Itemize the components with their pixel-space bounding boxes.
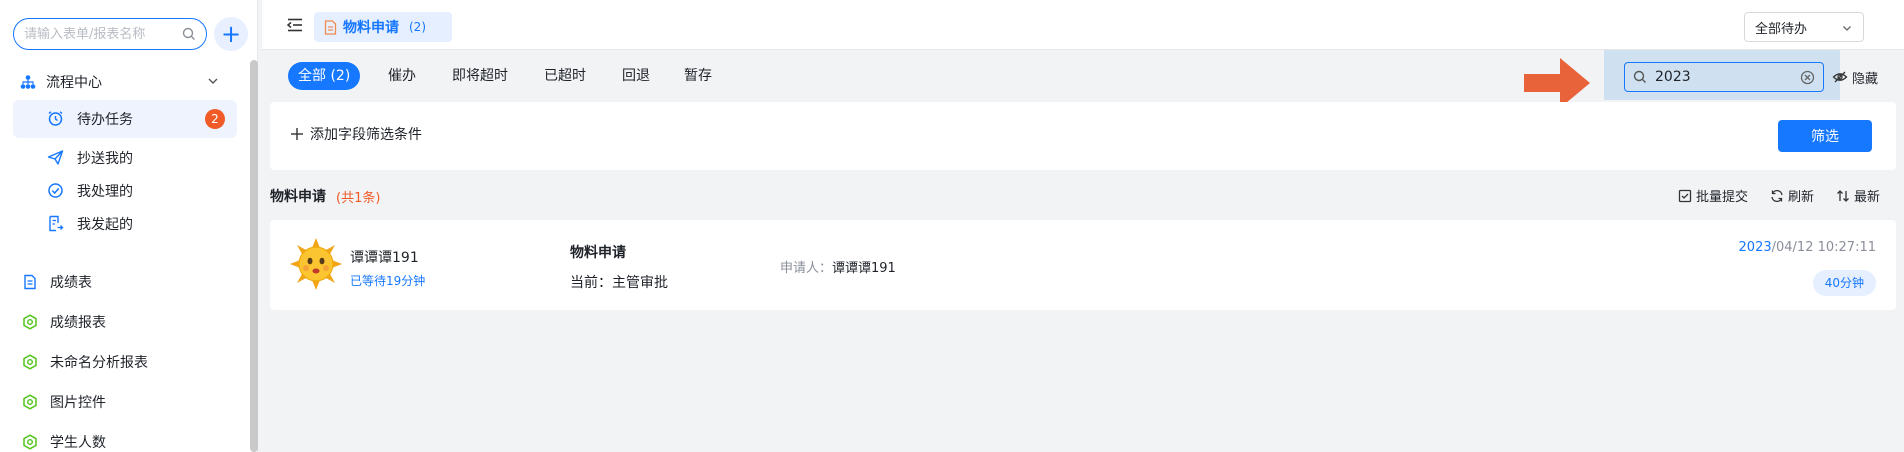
tab-returned[interactable]: 回退 xyxy=(612,62,660,90)
task-user-name: 谭谭谭191 xyxy=(350,250,419,266)
sidebar-search-input[interactable] xyxy=(24,26,182,42)
sidebar-item-image-widget[interactable]: 图片控件 xyxy=(0,382,240,422)
chevron-down-icon xyxy=(1843,26,1851,31)
tab-material-request[interactable]: 物料申请 (2) xyxy=(314,12,452,42)
task-applicant: 申请人：谭谭谭191 xyxy=(780,257,896,276)
sidebar-item-label: 图片控件 xyxy=(50,395,106,411)
paper-plane-icon xyxy=(47,150,64,165)
tab-urged[interactable]: 催办 xyxy=(378,62,426,90)
sidebar-item-score-table[interactable]: 成绩表 xyxy=(0,262,240,302)
pending-count-badge: 2 xyxy=(205,109,225,129)
sidebar-item-label: 抄送我的 xyxy=(77,151,133,167)
add-filter-condition[interactable]: 添加字段筛选条件 xyxy=(290,124,422,144)
task-search[interactable] xyxy=(1624,62,1824,92)
tab-label: 物料申请 xyxy=(343,20,399,36)
sort-icon xyxy=(1837,189,1849,202)
hide-filter-toggle[interactable]: 隐藏 xyxy=(1832,66,1878,88)
sidebar-item-label: 成绩表 xyxy=(50,275,92,291)
sort-latest-button[interactable]: 最新 xyxy=(1836,186,1880,205)
batch-submit-button[interactable]: 批量提交 xyxy=(1678,186,1748,205)
sidebar-group-process-center[interactable]: 流程中心 xyxy=(0,62,240,102)
task-card[interactable]: 谭谭谭191 已等待19分钟 物料申请 当前：主管审批 申请人：谭谭谭191 2… xyxy=(270,220,1896,310)
sidebar-item-label: 成绩报表 xyxy=(50,315,106,331)
list-actions: 批量提交 刷新 最新 xyxy=(1656,186,1880,205)
hexagon-icon xyxy=(23,314,37,330)
tab-all[interactable]: 全部 (2) xyxy=(288,62,361,90)
sidebar-item-label: 未命名分析报表 xyxy=(50,355,148,371)
sidebar-search[interactable] xyxy=(13,18,207,50)
hexagon-icon xyxy=(23,434,37,450)
form-file-icon xyxy=(324,19,337,35)
task-date: 2023/04/12 10:27:11 xyxy=(1739,240,1876,255)
sidebar-item-student-count[interactable]: 学生人数 xyxy=(0,422,240,452)
sidebar: + 流程中心 待办任务 2 抄送我的 xyxy=(0,0,258,452)
doc-arrow-icon xyxy=(49,215,64,232)
document-icon xyxy=(24,274,36,290)
sort-latest-label: 最新 xyxy=(1853,190,1880,205)
applicant-label: 申请人： xyxy=(780,261,833,276)
tab-near-timeout[interactable]: 即将超时 xyxy=(442,62,518,90)
eye-off-icon xyxy=(1832,71,1848,83)
search-icon xyxy=(1633,70,1646,83)
task-wait-time: 已等待19分钟 xyxy=(350,274,426,288)
batch-submit-label: 批量提交 xyxy=(1695,190,1748,205)
avatar xyxy=(290,238,342,290)
list-title: 物料申请 xyxy=(270,189,326,205)
add-filter-label: 添加字段筛选条件 xyxy=(310,127,422,143)
select-value: 全部待办 xyxy=(1755,21,1808,37)
hexagon-icon xyxy=(23,394,37,410)
task-duration-badge: 40分钟 xyxy=(1812,270,1876,296)
task-date-rest: /04/12 10:27:11 xyxy=(1771,240,1876,255)
menu-collapse-icon[interactable] xyxy=(286,16,304,34)
search-icon xyxy=(182,27,195,40)
sidebar-item-label: 我处理的 xyxy=(77,184,133,200)
sidebar-item-pending-tasks[interactable]: 待办任务 2 xyxy=(13,100,237,138)
refresh-icon xyxy=(1771,189,1783,202)
add-form-button[interactable]: + xyxy=(214,17,248,51)
task-stage: 当前：主管审批 xyxy=(570,275,668,291)
list-count: (共1条) xyxy=(336,191,381,206)
tab-draft[interactable]: 暂存 xyxy=(674,62,722,90)
todo-scope-select[interactable]: 全部待办 xyxy=(1744,12,1864,42)
check-circle-icon xyxy=(48,183,63,198)
batch-submit-icon xyxy=(1678,189,1692,202)
applicant-name: 谭谭谭191 xyxy=(832,261,896,276)
plus-icon xyxy=(291,128,303,140)
sidebar-item-label: 学生人数 xyxy=(50,435,106,451)
clear-icon[interactable] xyxy=(1800,70,1815,85)
sidebar-item-unnamed-report[interactable]: 未命名分析报表 xyxy=(0,342,240,382)
task-date-match: 2023 xyxy=(1738,240,1772,255)
hide-label: 隐藏 xyxy=(1852,71,1879,87)
list-header: 物料申请 (共1条) 批量提交 刷新 最新 xyxy=(270,184,1896,208)
chevron-up-icon[interactable] xyxy=(206,74,220,88)
task-form-name: 物料申请 xyxy=(570,245,626,261)
org-chart-icon xyxy=(20,75,36,89)
tab-count: (2) xyxy=(409,20,426,34)
sidebar-item-label: 我发起的 xyxy=(77,217,133,233)
sidebar-item-score-report[interactable]: 成绩报表 xyxy=(0,302,240,342)
alarm-clock-icon xyxy=(48,111,63,126)
tab-timed-out[interactable]: 已超时 xyxy=(534,62,596,90)
refresh-button[interactable]: 刷新 xyxy=(1770,186,1814,205)
sidebar-scrollbar[interactable] xyxy=(250,60,258,452)
sidebar-item-initiated-by-me[interactable]: 我发起的 xyxy=(13,205,237,243)
refresh-label: 刷新 xyxy=(1787,190,1814,205)
hexagon-icon xyxy=(23,354,37,370)
filter-panel: 添加字段筛选条件 筛选 xyxy=(270,102,1896,170)
sidebar-group-label: 流程中心 xyxy=(46,75,102,91)
sidebar-item-label: 待办任务 xyxy=(77,112,133,128)
filter-button[interactable]: 筛选 xyxy=(1778,120,1872,152)
top-bar: 物料申请 (2) 全部待办 xyxy=(262,0,1904,50)
task-search-input[interactable] xyxy=(1655,69,1795,85)
